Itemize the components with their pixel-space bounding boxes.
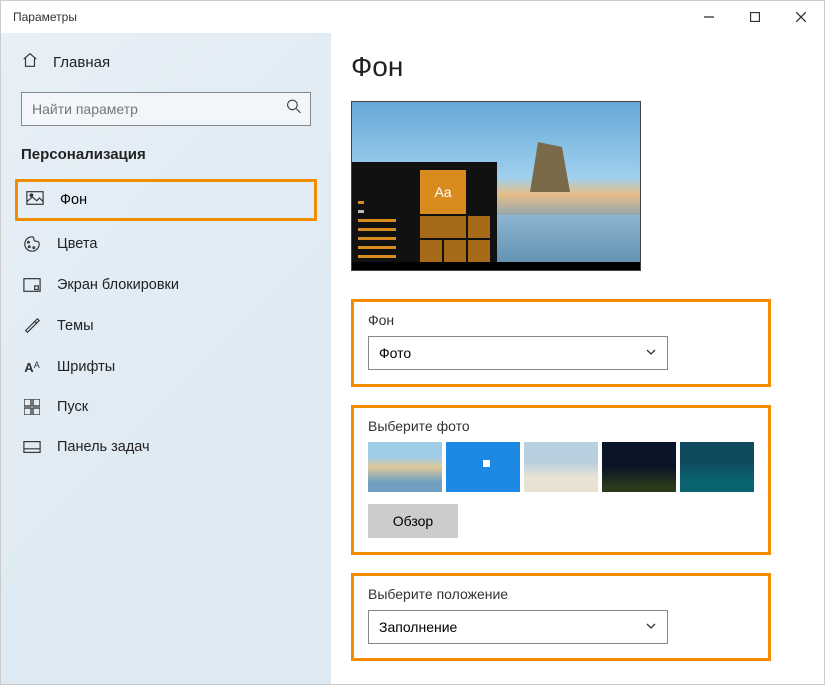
font-icon: AA xyxy=(23,360,41,375)
home-icon xyxy=(21,51,39,74)
sidebar-item-label: Цвета xyxy=(57,236,97,252)
wallpaper-thumb-5[interactable] xyxy=(680,442,754,492)
sidebar-item-taskbar[interactable]: Панель задач xyxy=(1,427,331,467)
lockscreen-icon xyxy=(23,277,41,293)
page-title: Фон xyxy=(351,51,824,83)
sidebar-item-label: Панель задач xyxy=(57,439,150,455)
wallpaper-thumb-4[interactable] xyxy=(602,442,676,492)
chevron-down-icon xyxy=(645,619,657,635)
home-label: Главная xyxy=(53,54,110,71)
position-label: Выберите положение xyxy=(368,586,754,602)
wallpaper-thumb-3[interactable] xyxy=(524,442,598,492)
search-input[interactable] xyxy=(32,101,276,117)
sidebar-item-label: Темы xyxy=(57,318,94,334)
brush-icon xyxy=(23,317,41,335)
palette-icon xyxy=(23,235,41,253)
sidebar-item-themes[interactable]: Темы xyxy=(1,305,331,347)
window-title: Параметры xyxy=(1,10,77,24)
browse-button[interactable]: Обзор xyxy=(368,504,458,538)
position-dropdown[interactable]: Заполнение xyxy=(368,610,668,644)
taskbar-icon xyxy=(23,440,41,454)
section-title: Персонализация xyxy=(1,138,331,177)
maximize-button[interactable] xyxy=(732,1,778,33)
bg-type-dropdown[interactable]: Фото xyxy=(368,336,668,370)
sidebar-item-background[interactable]: Фон xyxy=(15,179,317,221)
chevron-down-icon xyxy=(645,345,657,361)
close-button[interactable] xyxy=(778,1,824,33)
search-icon xyxy=(286,99,302,120)
sidebar-item-label: Пуск xyxy=(57,399,88,415)
background-type-group: Фон Фото xyxy=(351,299,771,387)
sidebar: Главная Персонализация Фон Цвета xyxy=(1,33,331,684)
bg-label: Фон xyxy=(368,312,754,328)
start-icon xyxy=(23,399,41,415)
titlebar: Параметры xyxy=(1,1,824,33)
wallpaper-thumb-1[interactable] xyxy=(368,442,442,492)
photo-label: Выберите фото xyxy=(368,418,754,434)
sidebar-item-start[interactable]: Пуск xyxy=(1,387,331,427)
sidebar-item-colors[interactable]: Цвета xyxy=(1,223,331,265)
sidebar-item-label: Шрифты xyxy=(57,359,115,375)
dropdown-value: Фото xyxy=(379,345,411,361)
choose-photo-group: Выберите фото Обзор xyxy=(351,405,771,555)
choose-fit-group: Выберите положение Заполнение xyxy=(351,573,771,661)
search-input-wrap[interactable] xyxy=(21,92,311,126)
home-nav[interactable]: Главная xyxy=(1,41,331,84)
dropdown-value: Заполнение xyxy=(379,619,457,635)
main-content: Фон Aa Фон Фото xyxy=(331,33,824,684)
preview-tile-aa: Aa xyxy=(420,170,466,214)
desktop-preview: Aa xyxy=(351,101,641,271)
sidebar-item-label: Экран блокировки xyxy=(57,277,179,293)
wallpaper-thumb-2[interactable] xyxy=(446,442,520,492)
sidebar-item-fonts[interactable]: AA Шрифты xyxy=(1,347,331,387)
minimize-button[interactable] xyxy=(686,1,732,33)
sidebar-item-label: Фон xyxy=(60,192,87,208)
picture-icon xyxy=(26,190,44,210)
sidebar-item-lockscreen[interactable]: Экран блокировки xyxy=(1,265,331,305)
